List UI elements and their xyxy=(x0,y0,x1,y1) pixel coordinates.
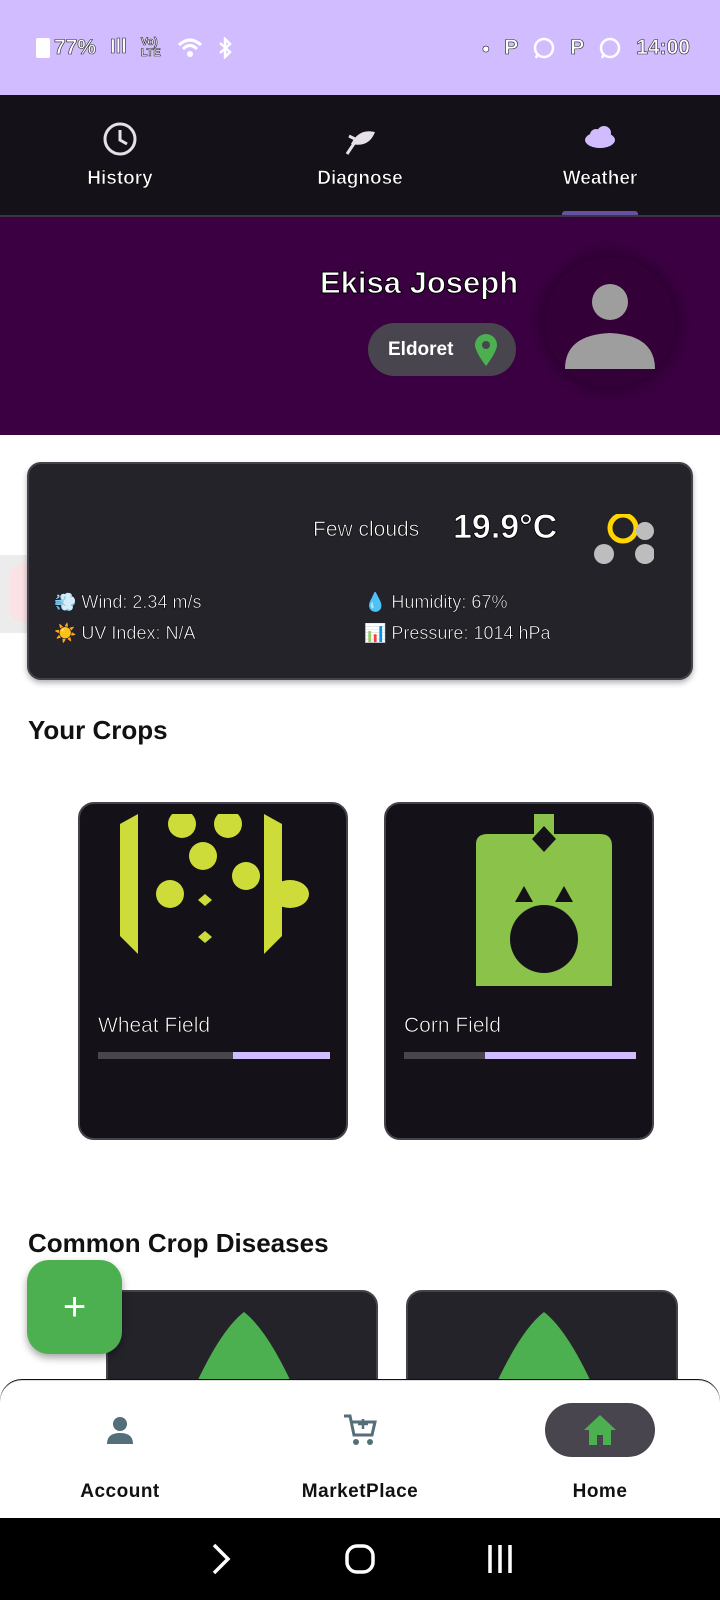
volte-label: Vo) LTE xyxy=(140,35,161,59)
crop-card-corn[interactable]: Corn Field xyxy=(384,802,654,1140)
profile-header: Ekisa Joseph Eldoret xyxy=(0,217,720,435)
tab-weather-label: Weather xyxy=(562,168,638,190)
signal-icon: Ill xyxy=(110,36,127,59)
status-left: 77% Ill Vo) LTE xyxy=(36,35,233,60)
person-icon xyxy=(565,284,655,369)
back-chevron-icon[interactable] xyxy=(202,1541,238,1577)
dot-icon: ● xyxy=(481,39,491,56)
crop-progress-bar xyxy=(404,1052,636,1059)
weather-temperature: 19.9°C xyxy=(453,508,558,547)
weather-card: Few clouds 19.9°C 💨 Wind: 2.34 m/s 💧 Hum… xyxy=(27,462,693,680)
nav-marketplace[interactable]: MarketPlace xyxy=(240,1381,480,1518)
crop-card-wheat[interactable]: Wheat Field xyxy=(78,802,348,1140)
plant-leaf-icon xyxy=(345,131,375,155)
top-tab-bar: History Diagnose Weather xyxy=(0,95,720,217)
location-label: Eldoret xyxy=(388,338,454,360)
battery-icon xyxy=(36,37,50,58)
tab-weather[interactable]: Weather xyxy=(480,95,720,215)
nav-account[interactable]: Account xyxy=(0,1381,240,1518)
crop-progress-bar xyxy=(98,1052,330,1059)
tab-history[interactable]: History xyxy=(0,95,240,215)
cart-icon xyxy=(344,1414,377,1445)
user-name: Ekisa Joseph xyxy=(319,265,519,301)
humidity-stat: 💧 Humidity: 67% xyxy=(364,592,508,613)
parking-notification-icon: P xyxy=(504,35,519,59)
parking-notification-icon-2: P xyxy=(570,35,585,59)
crops-section-title: Your Crops xyxy=(28,715,168,745)
add-crop-fab[interactable]: + xyxy=(27,1260,122,1354)
nav-marketplace-label: MarketPlace xyxy=(301,1481,419,1502)
status-right: ● P P 14:00 xyxy=(481,35,690,60)
few-clouds-icon xyxy=(594,514,654,564)
system-nav-bar xyxy=(0,1518,720,1600)
bottom-nav-bar: Account MarketPlace Home xyxy=(0,1380,720,1518)
avatar[interactable] xyxy=(545,257,675,387)
map-pin-icon xyxy=(475,333,498,366)
nav-home-label: Home xyxy=(572,1481,628,1502)
crop-progress-fill xyxy=(98,1052,233,1059)
tab-diagnose-label: Diagnose xyxy=(317,168,403,190)
nav-home-pill xyxy=(545,1403,655,1457)
active-tab-indicator xyxy=(562,211,638,215)
whatsapp-icon xyxy=(534,37,555,58)
home-circle-icon[interactable] xyxy=(342,1541,378,1577)
person-icon xyxy=(107,1417,133,1444)
location-chip[interactable]: Eldoret xyxy=(368,323,516,376)
diseases-section-title: Common Crop Diseases xyxy=(28,1228,329,1258)
battery-percent: 77% xyxy=(54,35,97,59)
plus-icon: + xyxy=(62,1284,87,1329)
tab-diagnose[interactable]: Diagnose xyxy=(240,95,480,215)
crop-name: Corn Field xyxy=(404,1014,501,1038)
nav-home[interactable]: Home xyxy=(480,1381,720,1518)
nav-marketplace-pill xyxy=(305,1403,415,1457)
crop-progress-fill xyxy=(404,1052,486,1059)
crop-name: Wheat Field xyxy=(98,1014,211,1038)
wifi-icon xyxy=(177,38,202,57)
tab-history-label: History xyxy=(87,168,153,190)
home-icon xyxy=(584,1415,616,1445)
wheat-illustration xyxy=(120,814,309,954)
bluetooth-icon xyxy=(218,36,232,59)
cloud-icon xyxy=(585,126,615,148)
uv-index-stat: ☀️ UV Index: N/A xyxy=(54,623,196,644)
whatsapp-icon-2 xyxy=(600,37,621,58)
recent-apps-icon[interactable] xyxy=(482,1541,518,1577)
pressure-stat: 📊 Pressure: 1014 hPa xyxy=(364,623,551,644)
weather-condition: Few clouds xyxy=(313,518,420,542)
status-bar: 77% Ill Vo) LTE ● P P 14:00 xyxy=(0,0,720,95)
clock-time: 14:00 xyxy=(636,35,690,59)
wind-stat: 💨 Wind: 2.34 m/s xyxy=(54,592,202,613)
corn-illustration xyxy=(476,814,612,986)
nav-account-label: Account xyxy=(80,1481,160,1502)
clock-icon xyxy=(103,122,137,156)
nav-account-pill xyxy=(65,1403,175,1457)
battery-indicator: 77% xyxy=(36,35,97,60)
